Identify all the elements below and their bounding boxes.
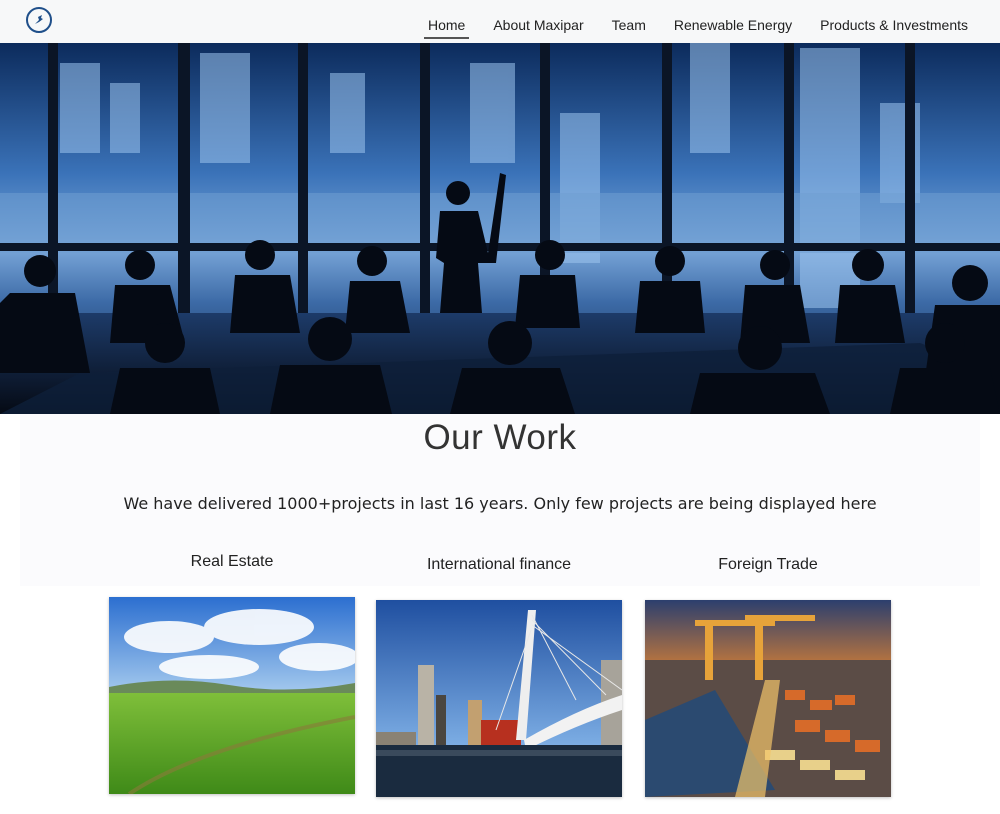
maxipar-logo-icon[interactable] <box>26 7 52 33</box>
nav-item-about-maxipar[interactable]: About Maxipar <box>479 0 597 43</box>
nav-links: Home About Maxipar Team Renewable Energy… <box>414 0 982 43</box>
our-work-subtitle: We have delivered 1000+projects in last … <box>123 494 877 513</box>
category-title-foreign-trade: Foreign Trade <box>718 556 818 573</box>
nav-item-products-investments[interactable]: Products & Investments <box>806 0 982 43</box>
nav-item-team[interactable]: Team <box>598 0 660 43</box>
our-work-title: Our Work <box>423 418 577 457</box>
category-title-real-estate: Real Estate <box>190 553 274 570</box>
nav-item-home[interactable]: Home <box>414 0 479 43</box>
foreign-trade-image[interactable] <box>645 600 891 797</box>
hero-image <box>0 43 1000 414</box>
nav-item-renewable-energy[interactable]: Renewable Energy <box>660 0 806 43</box>
top-navbar: Home About Maxipar Team Renewable Energy… <box>0 0 1000 44</box>
international-finance-image[interactable] <box>376 600 622 797</box>
real-estate-image[interactable] <box>109 597 355 794</box>
category-title-international-finance: International finance <box>426 556 572 573</box>
